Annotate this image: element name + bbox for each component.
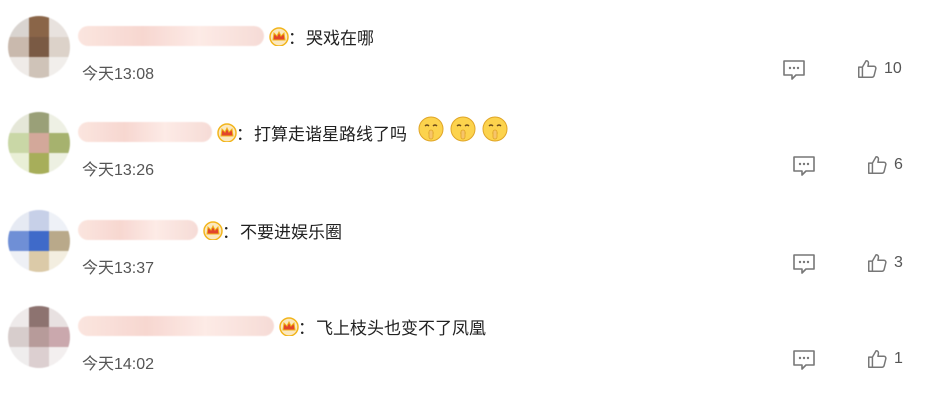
comment-item: ： 飞上枝头也变不了凤凰 今天14:02 1: [0, 306, 939, 401]
avatar-tile: [28, 210, 50, 231]
avatar[interactable]: [8, 306, 70, 368]
username-blurred[interactable]: [78, 316, 274, 336]
avatar-tile: [28, 347, 50, 368]
thumbs-up-icon: [868, 254, 887, 272]
comment-text: 打算走谐星路线了吗: [254, 125, 407, 144]
avatar-tile: [49, 251, 70, 272]
avatar-tile: [8, 347, 29, 368]
comment-item: ： 不要进娱乐圈 今天13:37 3: [0, 210, 939, 305]
username-blurred[interactable]: [78, 122, 212, 142]
username-blurred[interactable]: [78, 220, 198, 240]
comment-item: ： 哭戏在哪 今天13:08 10: [0, 16, 939, 111]
emoji-group: [418, 116, 508, 142]
like-button[interactable]: 10: [856, 57, 902, 81]
avatar-tile: [49, 57, 70, 78]
avatar-tile: [49, 153, 70, 174]
avatar-tile: [28, 153, 50, 174]
avatar-tile: [8, 132, 29, 154]
shushing-face-emoji-icon: [418, 116, 444, 142]
avatar-tile: [49, 326, 70, 348]
avatar-tile: [49, 306, 70, 327]
avatar-tile: [8, 230, 29, 252]
avatar-tile: [28, 230, 50, 252]
avatar-tile: [49, 210, 70, 231]
thumbs-up-icon: [858, 60, 877, 78]
avatar-tile: [28, 16, 50, 37]
avatar-tile: [49, 230, 70, 252]
avatar-tile: [49, 112, 70, 133]
colon: ：: [236, 125, 253, 144]
avatar-tile: [8, 36, 29, 58]
comment-time: 今天13:37: [82, 260, 155, 277]
avatar-tile: [49, 36, 70, 58]
avatar-tile: [8, 210, 29, 231]
like-button[interactable]: 3: [866, 251, 903, 275]
thumbs-up-icon: [868, 156, 887, 174]
avatar-tile: [8, 326, 29, 348]
crown-badge-icon: [203, 221, 223, 240]
thumbs-up-icon: [868, 350, 887, 368]
crown-badge-icon: [279, 317, 299, 336]
avatar-tile: [28, 326, 50, 348]
crown-badge-icon: [217, 123, 237, 142]
avatar-tile: [28, 112, 50, 133]
avatar[interactable]: [8, 16, 70, 78]
reply-icon[interactable]: [792, 349, 816, 371]
colon: ：: [298, 319, 315, 338]
comment-item: ： 打算走谐星路线了吗 今天13:26 6: [0, 112, 939, 207]
like-count: 3: [894, 254, 903, 271]
like-button[interactable]: 1: [866, 347, 903, 371]
like-count: 1: [894, 350, 903, 367]
avatar-tile: [28, 251, 50, 272]
comment-time: 今天13:08: [82, 66, 155, 83]
avatar-tile: [8, 112, 29, 133]
avatar-tile: [8, 153, 29, 174]
comment-time: 今天13:26: [82, 162, 155, 179]
comment-text: 飞上枝头也变不了凤凰: [316, 319, 486, 338]
shushing-face-emoji-icon: [450, 116, 476, 142]
avatar-tile: [28, 306, 50, 327]
avatar-tile: [28, 36, 50, 58]
avatar[interactable]: [8, 112, 70, 174]
like-count: 6: [894, 156, 903, 173]
reply-icon[interactable]: [792, 155, 816, 177]
avatar-tile: [28, 57, 50, 78]
like-button[interactable]: 6: [866, 153, 903, 177]
comment-time: 今天14:02: [82, 356, 155, 373]
avatar-tile: [49, 347, 70, 368]
avatar-tile: [8, 16, 29, 37]
comment-text: 不要进娱乐圈: [240, 223, 342, 242]
avatar-tile: [49, 132, 70, 154]
reply-icon[interactable]: [792, 253, 816, 275]
colon: ：: [222, 223, 239, 242]
reply-icon[interactable]: [782, 59, 806, 81]
avatar[interactable]: [8, 210, 70, 272]
like-count: 10: [884, 60, 902, 77]
colon: ：: [288, 29, 305, 48]
crown-badge-icon: [269, 27, 289, 46]
avatar-tile: [8, 251, 29, 272]
avatar-tile: [28, 132, 50, 154]
avatar-tile: [8, 306, 29, 327]
comment-text: 哭戏在哪: [306, 29, 374, 48]
username-blurred[interactable]: [78, 26, 264, 46]
avatar-tile: [49, 16, 70, 37]
shushing-face-emoji-icon: [482, 116, 508, 142]
avatar-tile: [8, 57, 29, 78]
